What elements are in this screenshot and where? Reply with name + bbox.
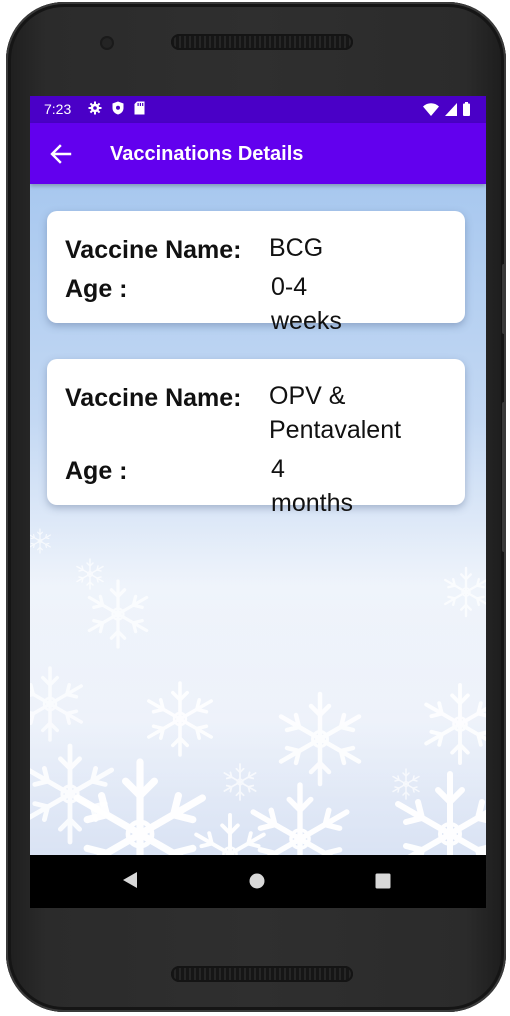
top-speaker [171,34,353,50]
page-title: Vaccinations Details [110,143,304,165]
vaccine-card[interactable]: Vaccine Name: OPV & Pentavalent Age : 4 … [47,359,465,517]
shield-icon [112,101,124,115]
signal-icon [445,102,457,116]
wifi-icon [423,102,439,116]
vaccine-age-value: 0-4 weeks [271,273,342,335]
app-bar: Vaccinations Details [30,123,486,184]
vaccine-name-label: Vaccine Name: [65,236,242,264]
vaccine-name-label: Vaccine Name: [65,384,242,412]
back-triangle-icon[interactable] [122,871,138,889]
vaccine-age-label: Age : [65,275,128,303]
status-time: 7:23 [44,101,72,117]
vaccine-age-label: Age : [65,457,128,485]
gear-icon [88,101,102,115]
back-arrow-icon[interactable] [48,141,74,167]
system-nav-bar [30,855,486,908]
vaccine-name-value: OPV & Pentavalent [269,382,402,444]
recents-square-icon[interactable] [375,873,391,889]
power-button [502,264,506,334]
front-camera [102,38,112,48]
status-icons-left [88,101,145,115]
sd-card-icon [134,101,145,115]
vaccine-age-value: 4 months [271,455,353,517]
volume-button [502,402,506,552]
device-screen: 7:23 Vaccinations Details Vaccine Name: … [30,96,486,908]
vaccination-list[interactable]: Vaccine Name: BCG Age : 0-4 weeks Vaccin… [30,184,486,855]
battery-icon [463,102,470,116]
status-bar: 7:23 [30,96,486,123]
status-icons-right [423,102,470,116]
vaccine-card[interactable]: Vaccine Name: BCG Age : 0-4 weeks [47,211,465,335]
vaccine-name-value: BCG [269,234,324,262]
bottom-speaker [171,966,353,982]
home-circle-icon[interactable] [249,873,265,889]
